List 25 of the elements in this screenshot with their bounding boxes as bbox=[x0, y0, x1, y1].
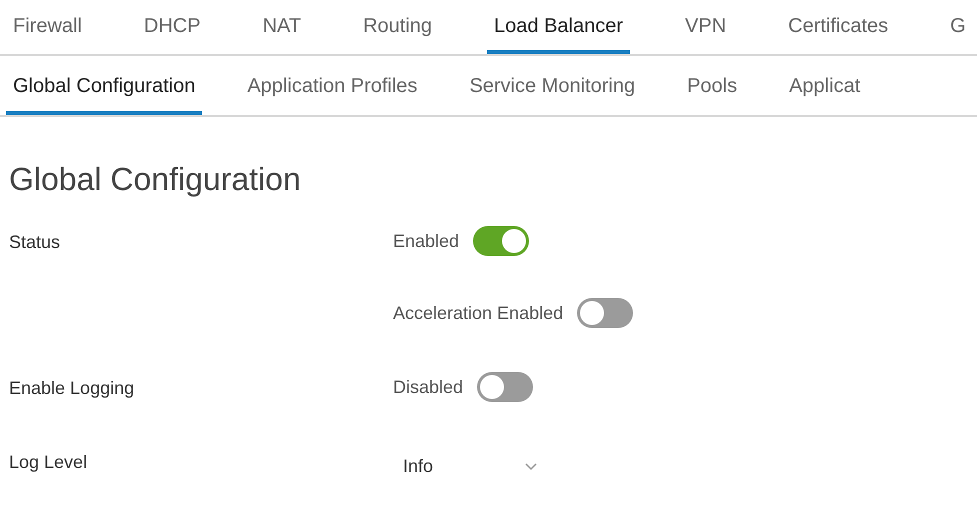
toggle-label: Enabled bbox=[393, 230, 460, 252]
toggle-switch[interactable] bbox=[577, 298, 634, 328]
tab[interactable]: Firewall bbox=[6, 15, 89, 54]
log-level-dropdown[interactable]: Info bbox=[393, 456, 538, 477]
tab[interactable]: Application Profiles bbox=[240, 75, 424, 115]
tab[interactable]: NAT bbox=[256, 15, 308, 54]
setting-label: Status bbox=[9, 232, 62, 254]
tab[interactable]: Global Configuration bbox=[6, 75, 202, 115]
setting-label: Enable Logging bbox=[9, 378, 136, 400]
tab[interactable]: Service Monitoring bbox=[462, 75, 642, 115]
toggle-switch[interactable] bbox=[477, 372, 534, 402]
toggle-label: Disabled bbox=[393, 376, 464, 398]
tab[interactable]: Applicat bbox=[782, 75, 868, 115]
tab[interactable]: Certificates bbox=[781, 15, 896, 54]
page-title: Global Configuration bbox=[9, 161, 302, 198]
toggle-switch[interactable] bbox=[473, 226, 530, 256]
chevron-down-icon bbox=[525, 462, 538, 470]
tab[interactable]: Pools bbox=[680, 75, 744, 115]
setting-label: Log Level bbox=[9, 452, 88, 474]
tab[interactable]: VPN bbox=[678, 15, 734, 54]
tab[interactable]: Routing bbox=[356, 15, 440, 54]
tab[interactable]: Load Balancer bbox=[487, 15, 630, 54]
tab[interactable]: DHCP bbox=[136, 15, 208, 54]
toggle-label: Acceleration Enabled bbox=[393, 302, 564, 324]
tab[interactable]: G bbox=[943, 15, 973, 54]
